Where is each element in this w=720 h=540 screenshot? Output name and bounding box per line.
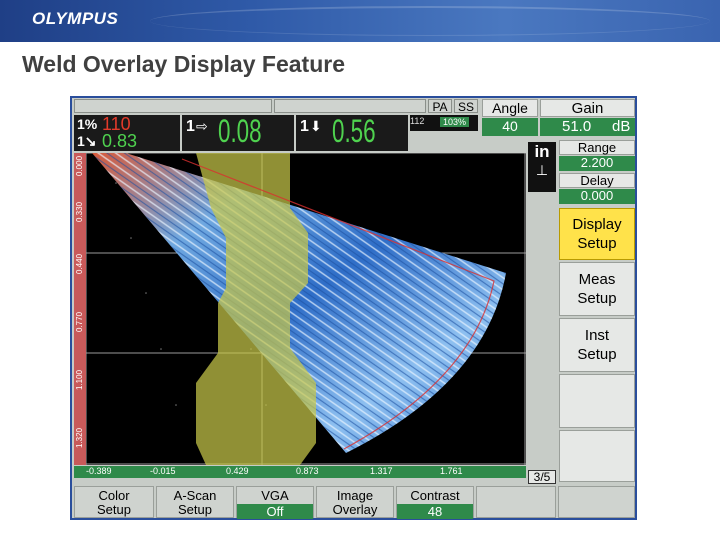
delay-value[interactable]: 0.000 bbox=[559, 189, 635, 204]
empty-bottom-button-2[interactable] bbox=[558, 486, 635, 518]
reading-2: 1 ⬇ 0.56 bbox=[296, 113, 408, 151]
color-setup-line2: Setup bbox=[97, 502, 131, 517]
gate-readout: 1% 110 1↘ 0.83 bbox=[74, 114, 180, 151]
instrument-screen: PA SS 1% 110 1↘ 0.83 1 ⇨ 0.08 1 ⬇ 0.56 1… bbox=[70, 96, 637, 520]
gain-value: 51.0 bbox=[562, 118, 592, 135]
y-tick: 0.000 bbox=[75, 155, 84, 176]
depth-scale bbox=[74, 153, 86, 465]
empty-menu-button-1[interactable] bbox=[559, 374, 635, 428]
gate-b-value: 0.83 bbox=[102, 131, 138, 151]
contrast-label: Contrast bbox=[410, 488, 460, 503]
inst-setup-line2: Setup bbox=[577, 346, 617, 363]
display-setup-line1: Display bbox=[572, 216, 622, 233]
display-setup-line2: Setup bbox=[577, 235, 617, 252]
gain-label[interactable]: Gain bbox=[540, 99, 635, 117]
inst-setup-button[interactable]: Inst Setup bbox=[559, 318, 635, 372]
vga-button[interactable]: VGA Off bbox=[236, 486, 314, 519]
y-tick: 0.770 bbox=[75, 311, 84, 332]
status-bar-left bbox=[74, 99, 272, 113]
x-tick: -0.389 bbox=[86, 466, 112, 476]
vga-value: Off bbox=[237, 504, 313, 519]
x-tick: -0.015 bbox=[150, 466, 176, 476]
angle-value[interactable]: 40 bbox=[482, 118, 538, 136]
x-tick: 1.317 bbox=[370, 466, 393, 476]
color-setup-line1: Color bbox=[98, 488, 130, 503]
vga-label: VGA bbox=[261, 488, 289, 503]
y-tick: 0.330 bbox=[75, 201, 84, 222]
probe-icon: ⊥ bbox=[535, 162, 549, 178]
image-overlay-line1: Image bbox=[336, 488, 374, 503]
range-value[interactable]: 2.200 bbox=[559, 156, 635, 171]
image-overlay-button[interactable]: Image Overlay bbox=[316, 486, 394, 518]
units-indicator: in ⊥ bbox=[528, 142, 556, 192]
small-readout: 112 103% bbox=[410, 115, 478, 131]
page-indicator[interactable]: 3/5 bbox=[528, 470, 556, 484]
percent-badge: 103% bbox=[440, 117, 470, 127]
display-setup-button[interactable]: Display Setup bbox=[559, 208, 635, 260]
meas-setup-button[interactable]: Meas Setup bbox=[559, 262, 635, 316]
meas-setup-line2: Setup bbox=[577, 290, 617, 307]
arrow-down-icon: ⬇ bbox=[310, 118, 322, 134]
angle-label[interactable]: Angle bbox=[482, 99, 538, 117]
reading-2-value: 0.56 bbox=[332, 113, 376, 149]
arrow-right-icon: ⇨ bbox=[196, 118, 208, 134]
small-readout-value: 112 bbox=[410, 116, 425, 126]
gain-unit: dB bbox=[612, 118, 631, 135]
contrast-value: 48 bbox=[397, 504, 473, 519]
y-tick: 0.440 bbox=[75, 253, 84, 274]
y-tick: 1.100 bbox=[75, 369, 84, 390]
ascan-setup-line1: A-Scan bbox=[173, 488, 217, 503]
y-tick: 1.320 bbox=[75, 427, 84, 448]
reading-1-value: 0.08 bbox=[218, 113, 262, 149]
x-scale: -0.389 -0.015 0.429 0.873 1.317 1.761 bbox=[74, 466, 526, 478]
delay-label[interactable]: Delay bbox=[559, 173, 635, 188]
mode-pa[interactable]: PA bbox=[428, 99, 452, 114]
x-tick: 0.429 bbox=[226, 466, 249, 476]
ascan-setup-button[interactable]: A-Scan Setup bbox=[156, 486, 234, 518]
units-label: in bbox=[534, 142, 550, 161]
empty-menu-button-2[interactable] bbox=[559, 430, 635, 482]
sscan-image bbox=[86, 153, 526, 465]
mode-ss[interactable]: SS bbox=[454, 99, 478, 114]
x-tick: 0.873 bbox=[296, 466, 319, 476]
gain-field[interactable]: 51.0 dB bbox=[540, 118, 635, 136]
olympus-logo: OLYMPUS bbox=[32, 9, 119, 28]
reading-1: 1 ⇨ 0.08 bbox=[182, 113, 294, 151]
reading-1-label: 1 bbox=[186, 118, 195, 135]
color-setup-button[interactable]: Color Setup bbox=[74, 486, 154, 518]
gate-b-label: 1↘ bbox=[77, 133, 97, 149]
image-overlay-line2: Overlay bbox=[332, 502, 378, 517]
range-label[interactable]: Range bbox=[559, 140, 635, 155]
ascan-setup-line2: Setup bbox=[178, 502, 212, 517]
page-title: Weld Overlay Display Feature bbox=[22, 51, 345, 77]
x-tick: 1.761 bbox=[440, 466, 463, 476]
banner-swirl bbox=[150, 6, 710, 36]
gate-a-percent-label: 1% bbox=[77, 116, 98, 132]
empty-bottom-button-1[interactable] bbox=[476, 486, 556, 518]
inst-setup-line1: Inst bbox=[584, 327, 610, 344]
reading-2-label: 1 bbox=[300, 118, 309, 135]
header-banner: OLYMPUS bbox=[0, 0, 720, 42]
contrast-button[interactable]: Contrast 48 bbox=[396, 486, 474, 519]
status-bar-mid bbox=[274, 99, 426, 113]
meas-setup-line1: Meas bbox=[578, 271, 616, 288]
